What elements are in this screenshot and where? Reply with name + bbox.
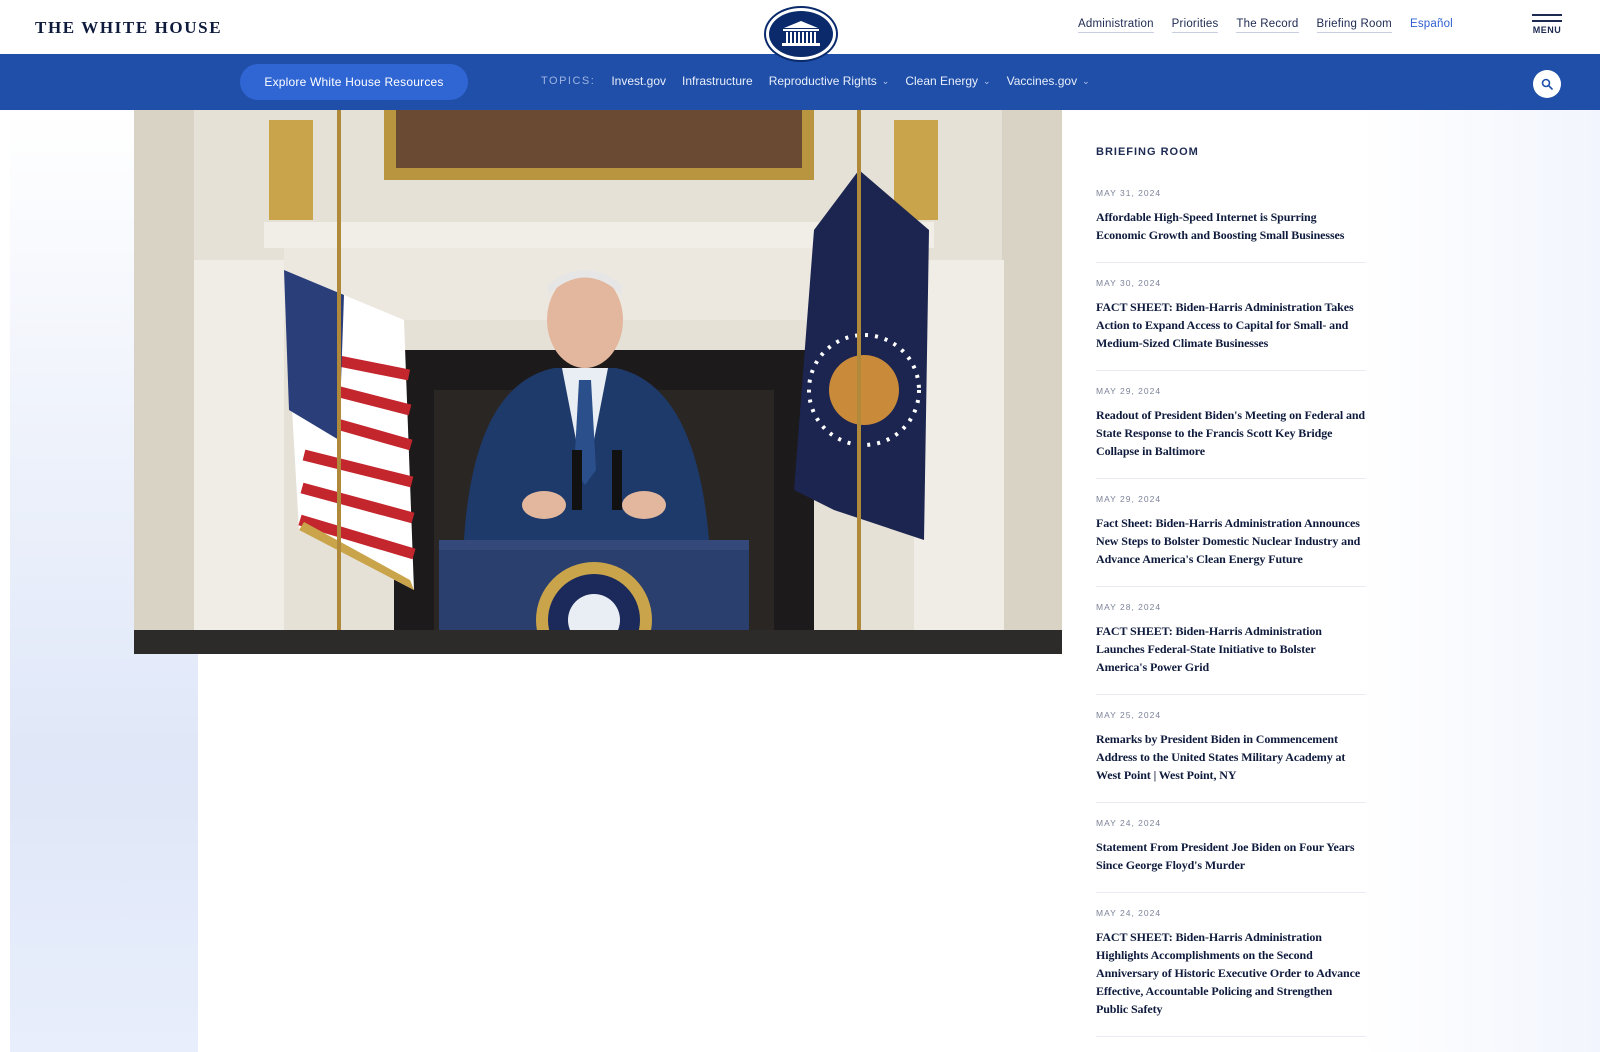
topics-list: TOPICS: Invest.gov Infrastructure Reprod… bbox=[541, 74, 1090, 88]
topics-bar: Explore White House Resources TOPICS: In… bbox=[0, 54, 1600, 110]
item-date: MAY 24, 2024 bbox=[1096, 908, 1162, 918]
hero-photo[interactable] bbox=[134, 110, 1062, 654]
topic-infrastructure[interactable]: Infrastructure bbox=[682, 74, 753, 88]
list-item[interactable]: MAY 31, 2024 Affordable High-Speed Inter… bbox=[1096, 188, 1366, 263]
top-navigation: Administration Priorities The Record Bri… bbox=[1078, 18, 1453, 33]
menu-button[interactable]: MENU bbox=[1530, 14, 1564, 40]
topic-label: Reproductive Rights bbox=[768, 74, 877, 88]
list-item[interactable]: MAY 29, 2024 Fact Sheet: Biden-Harris Ad… bbox=[1096, 494, 1366, 587]
topic-label: Infrastructure bbox=[682, 74, 753, 88]
item-date: MAY 31, 2024 bbox=[1096, 188, 1162, 198]
list-item[interactable]: MAY 29, 2024 Readout of President Biden'… bbox=[1096, 386, 1366, 479]
nav-briefing-room[interactable]: Briefing Room bbox=[1316, 18, 1392, 33]
menu-icon bbox=[1532, 14, 1562, 16]
nav-the-record[interactable]: The Record bbox=[1236, 18, 1299, 33]
decorative-right-haze bbox=[1360, 110, 1600, 1052]
item-headline[interactable]: FACT SHEET: Biden-Harris Administration … bbox=[1096, 928, 1366, 1018]
topic-clean-energy[interactable]: Clean Energy ⌄ bbox=[905, 74, 990, 88]
nav-administration[interactable]: Administration bbox=[1078, 18, 1154, 33]
list-item[interactable]: MAY 24, 2024 FACT SHEET: Biden-Harris Ad… bbox=[1096, 908, 1366, 1037]
chevron-down-icon: ⌄ bbox=[983, 75, 991, 86]
list-item[interactable]: MAY 24, 2024 Statement From President Jo… bbox=[1096, 818, 1366, 893]
item-headline[interactable]: FACT SHEET: Biden-Harris Administration … bbox=[1096, 622, 1366, 676]
briefing-room-list: BRIEFING ROOM MAY 31, 2024 Affordable Hi… bbox=[1096, 110, 1366, 1052]
site-wordmark[interactable]: THE WHITE HOUSE bbox=[35, 18, 222, 38]
item-date: MAY 28, 2024 bbox=[1096, 602, 1162, 612]
site-header: THE WHITE HOUSE Administration Prioritie… bbox=[0, 0, 1600, 60]
topic-invest-gov[interactable]: Invest.gov bbox=[611, 74, 666, 88]
chevron-down-icon: ⌄ bbox=[881, 75, 890, 86]
briefing-room-title: BRIEFING ROOM bbox=[1096, 146, 1199, 158]
nav-priorities[interactable]: Priorities bbox=[1171, 18, 1219, 33]
white-house-seal-icon[interactable] bbox=[766, 8, 836, 60]
search-icon bbox=[1541, 78, 1553, 90]
item-headline[interactable]: FACT SHEET: Biden-Harris Administration … bbox=[1096, 298, 1366, 352]
item-date: MAY 24, 2024 bbox=[1096, 818, 1162, 828]
list-item[interactable]: MAY 28, 2024 FACT SHEET: Biden-Harris Ad… bbox=[1096, 602, 1366, 695]
explore-resources-button[interactable]: Explore White House Resources bbox=[240, 64, 468, 100]
item-date: MAY 25, 2024 bbox=[1096, 710, 1162, 720]
menu-label: MENU bbox=[1532, 25, 1562, 35]
list-item[interactable]: MAY 25, 2024 Remarks by President Biden … bbox=[1096, 710, 1366, 803]
item-headline[interactable]: Readout of President Biden's Meeting on … bbox=[1096, 406, 1366, 460]
topic-label: Vaccines.gov bbox=[1006, 74, 1078, 88]
item-headline[interactable]: Statement From President Joe Biden on Fo… bbox=[1096, 838, 1366, 874]
item-headline[interactable]: Fact Sheet: Biden-Harris Administration … bbox=[1096, 514, 1366, 568]
item-date: MAY 29, 2024 bbox=[1096, 494, 1162, 504]
item-date: MAY 30, 2024 bbox=[1096, 278, 1162, 288]
menu-icon-bar bbox=[1532, 20, 1562, 22]
topic-reproductive-rights[interactable]: Reproductive Rights ⌄ bbox=[769, 74, 890, 88]
topic-label: Clean Energy bbox=[905, 74, 979, 88]
item-headline[interactable]: Remarks by President Biden in Commenceme… bbox=[1096, 730, 1366, 784]
item-date: MAY 29, 2024 bbox=[1096, 386, 1162, 396]
topic-vaccines-gov[interactable]: Vaccines.gov ⌄ bbox=[1007, 74, 1090, 88]
chevron-down-icon: ⌄ bbox=[1082, 75, 1090, 86]
list-item[interactable]: MAY 30, 2024 FACT SHEET: Biden-Harris Ad… bbox=[1096, 278, 1366, 371]
item-headline[interactable]: Affordable High-Speed Internet is Spurri… bbox=[1096, 208, 1366, 244]
topics-label: TOPICS: bbox=[541, 75, 596, 87]
search-button[interactable] bbox=[1533, 70, 1561, 98]
nav-espanol[interactable]: Español bbox=[1410, 18, 1453, 33]
topic-label: Invest.gov bbox=[611, 74, 667, 88]
